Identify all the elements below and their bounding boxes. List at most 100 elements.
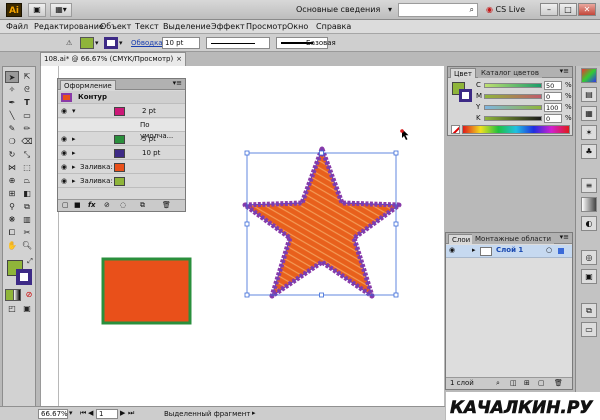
screen-mode-icon[interactable]: ▣ bbox=[20, 303, 34, 315]
chevron-right-icon[interactable]: ▸ bbox=[472, 246, 476, 254]
trash-icon[interactable]: 🗑︎ bbox=[554, 378, 563, 389]
gradient-tool-icon[interactable]: ◧ bbox=[20, 188, 34, 200]
hand-tool-icon[interactable]: ✋ bbox=[5, 240, 19, 252]
channel-y-slider[interactable] bbox=[484, 105, 542, 110]
add-stroke-icon[interactable]: ▢ bbox=[62, 200, 69, 211]
selection-handle[interactable] bbox=[319, 292, 324, 298]
selection-tool-icon[interactable]: ➤ bbox=[5, 71, 19, 83]
selection-handle[interactable] bbox=[319, 150, 324, 156]
appearance-row[interactable]: ◉ ▸ Заливка: bbox=[58, 175, 185, 188]
swatches-icon[interactable]: ▦ bbox=[581, 106, 597, 121]
locate-object-icon[interactable]: ⌕ bbox=[496, 378, 500, 389]
layer-row[interactable]: ◉ ▸ Слой 1 ○ bbox=[446, 245, 572, 258]
arrange-documents-button[interactable]: ▦▾ bbox=[50, 3, 72, 17]
bridge-button[interactable]: ▣ bbox=[28, 3, 46, 17]
maximize-button[interactable]: □ bbox=[559, 3, 577, 16]
variable-width-profile-select[interactable] bbox=[206, 37, 270, 49]
eye-icon[interactable]: ◉ bbox=[61, 163, 69, 171]
slice-tool-icon[interactable]: ✂ bbox=[20, 227, 34, 239]
selection-handle[interactable] bbox=[244, 221, 250, 227]
chevron-down-icon[interactable]: ▾ bbox=[72, 106, 76, 116]
minimize-button[interactable]: – bbox=[540, 3, 558, 16]
chevron-down-icon[interactable]: ▾ bbox=[95, 38, 99, 48]
panel-menu-icon[interactable]: ▾≡ bbox=[560, 233, 569, 241]
menu-item-select[interactable]: Выделение bbox=[163, 21, 211, 33]
stroke-color-swatch[interactable] bbox=[104, 37, 118, 49]
magic-wand-icon[interactable]: ✧ bbox=[5, 84, 19, 96]
transparency-icon[interactable]: ◐ bbox=[581, 216, 597, 231]
line-tool-icon[interactable]: ╲ bbox=[5, 110, 19, 122]
fill-color-swatch[interactable] bbox=[80, 37, 94, 49]
panel-menu-icon[interactable]: ▾≡ bbox=[173, 79, 182, 87]
close-icon[interactable]: × bbox=[176, 53, 182, 66]
graphic-styles-icon[interactable]: ▣ bbox=[581, 269, 597, 284]
pen-tool-icon[interactable]: ✒ bbox=[5, 97, 19, 109]
document-tab[interactable]: 108.ai* @ 66.67% (CMYK/Просмотр) × bbox=[40, 52, 186, 66]
graph-tool-icon[interactable]: ▥ bbox=[20, 214, 34, 226]
lasso-icon[interactable]: ᘓ bbox=[20, 84, 34, 96]
eye-icon[interactable]: ◉ bbox=[61, 177, 69, 185]
target-icon[interactable]: ○ bbox=[546, 246, 552, 254]
eraser-icon[interactable]: ⌫ bbox=[20, 136, 34, 148]
symbol-sprayer-icon[interactable]: ❋ bbox=[5, 214, 19, 226]
previous-artboard-icon[interactable]: ◀ bbox=[88, 409, 93, 417]
tab-layers[interactable]: Слои bbox=[448, 234, 475, 244]
direct-selection-tool-icon[interactable]: ⇱ bbox=[20, 71, 34, 83]
selection-handle[interactable] bbox=[393, 292, 399, 298]
menu-item-effect[interactable]: Эффект bbox=[211, 21, 245, 33]
cs-live-button[interactable]: ◉ CS Live bbox=[486, 4, 525, 16]
reduce-to-basic-icon[interactable]: ◌ bbox=[120, 200, 126, 211]
stroke-swatch[interactable] bbox=[16, 269, 32, 285]
add-effect-icon[interactable]: fx bbox=[88, 200, 96, 211]
appearance-row[interactable]: ◉ ▸ 5 pt bbox=[58, 133, 185, 146]
next-artboard-icon[interactable]: ▶ bbox=[120, 409, 125, 417]
stroke-label[interactable]: Обводка: bbox=[131, 38, 165, 48]
close-button[interactable]: ✕ bbox=[578, 3, 596, 16]
channel-k-value[interactable]: 0 bbox=[544, 114, 562, 123]
tab-appearance[interactable]: Оформление bbox=[60, 80, 116, 90]
chevron-right-icon[interactable]: ▸ bbox=[72, 134, 76, 144]
pencil-icon[interactable]: ✏ bbox=[20, 123, 34, 135]
selection-handle[interactable] bbox=[393, 150, 399, 156]
last-artboard-icon[interactable]: ⏭ bbox=[128, 409, 134, 418]
first-artboard-icon[interactable]: ⏮ bbox=[80, 409, 86, 418]
channel-y-value[interactable]: 100 bbox=[544, 103, 562, 112]
color-guide-icon[interactable]: ▤ bbox=[581, 87, 597, 102]
none-color-icon[interactable] bbox=[451, 125, 460, 134]
none-mode-icon[interactable]: ⊘ bbox=[22, 289, 36, 301]
type-tool-icon[interactable]: T bbox=[20, 97, 34, 109]
brushes-icon[interactable]: ✶ bbox=[581, 125, 597, 140]
chevron-down-icon[interactable]: ▾ bbox=[69, 409, 73, 417]
menu-item-type[interactable]: Текст bbox=[135, 21, 159, 33]
new-layer-icon[interactable]: ▢ bbox=[538, 378, 545, 389]
workspace-switcher[interactable]: Основные сведения ▾ bbox=[296, 3, 392, 17]
channel-c-value[interactable]: 50 bbox=[544, 81, 562, 90]
selection-handle[interactable] bbox=[244, 292, 250, 298]
fill-color-swatch[interactable] bbox=[114, 163, 125, 172]
gradient-mode-icon[interactable] bbox=[13, 289, 21, 301]
search-help-field[interactable]: ⌕ bbox=[398, 3, 478, 17]
stroke-swatch[interactable] bbox=[459, 89, 472, 102]
zoom-tool-icon[interactable]: 🔍︎ bbox=[20, 240, 34, 252]
eyedropper-icon[interactable]: ⚲ bbox=[5, 201, 19, 213]
chevron-right-icon[interactable]: ▸ bbox=[72, 162, 76, 172]
tab-color[interactable]: Цвет bbox=[450, 68, 476, 78]
swap-fill-stroke-icon[interactable]: ⤢ bbox=[23, 255, 37, 267]
duplicate-item-icon[interactable]: ⧉ bbox=[140, 200, 145, 211]
gradient-icon[interactable] bbox=[581, 197, 597, 212]
blob-brush-icon[interactable]: ❍ bbox=[5, 136, 19, 148]
artboard-tool-icon[interactable]: ⧠ bbox=[5, 227, 19, 239]
channel-m-value[interactable]: 0 bbox=[544, 92, 562, 101]
zoom-field[interactable]: 66.67% bbox=[38, 409, 68, 419]
mesh-tool-icon[interactable]: ⊞ bbox=[5, 188, 19, 200]
trash-icon[interactable]: 🗑︎ bbox=[162, 200, 171, 211]
appearance-row[interactable]: По умолча... bbox=[58, 119, 185, 140]
eye-icon[interactable]: ◉ bbox=[61, 135, 69, 143]
new-sublayer-icon[interactable]: ⊞ bbox=[524, 378, 530, 389]
stroke-color-swatch[interactable] bbox=[114, 107, 125, 116]
menu-item-edit[interactable]: Редактирование bbox=[34, 21, 104, 33]
clear-appearance-icon[interactable]: ⊘ bbox=[104, 200, 110, 211]
menu-item-view[interactable]: Просмотр bbox=[246, 21, 287, 33]
panel-menu-icon[interactable]: ▾≡ bbox=[560, 67, 569, 75]
eye-icon[interactable]: ◉ bbox=[61, 107, 69, 115]
